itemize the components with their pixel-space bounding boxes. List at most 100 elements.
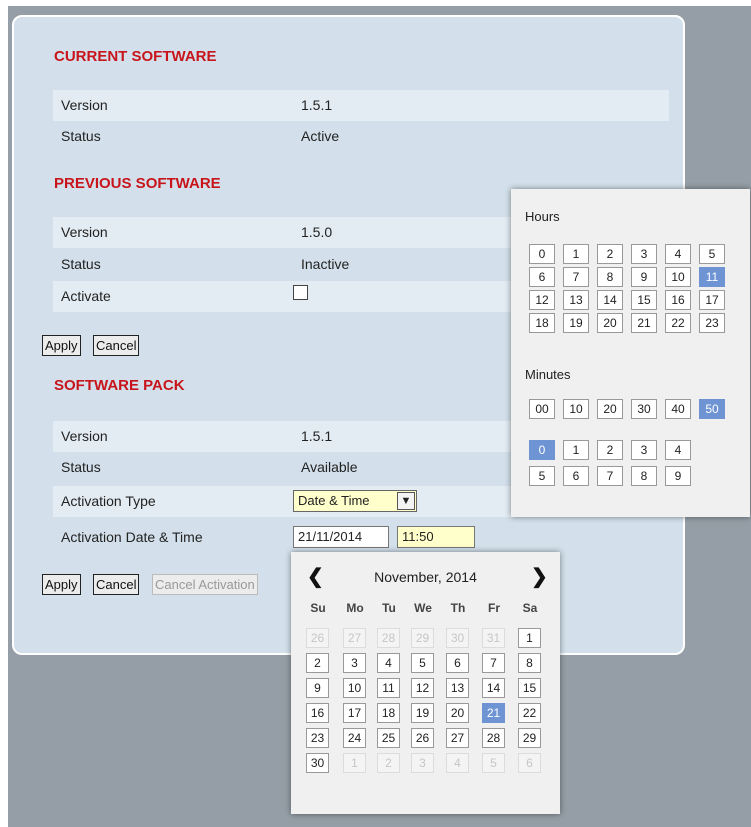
- hour-cell[interactable]: 5: [699, 244, 725, 264]
- activate-checkbox[interactable]: [293, 285, 308, 300]
- minute-tens-cell[interactable]: 40: [665, 399, 691, 419]
- day-cell[interactable]: 22: [518, 703, 541, 723]
- day-cell[interactable]: 1: [518, 628, 541, 648]
- other-month-day-cell: 26: [306, 628, 329, 648]
- activation-time-input[interactable]: 11:50: [397, 526, 475, 548]
- day-cell[interactable]: 20: [446, 703, 469, 723]
- hour-cell[interactable]: 23: [699, 313, 725, 333]
- minute-ones-cell[interactable]: 2: [597, 440, 623, 460]
- minute-ones-cell[interactable]: 0: [529, 440, 555, 460]
- minute-tens-cell[interactable]: 10: [563, 399, 589, 419]
- hour-cell[interactable]: 13: [563, 290, 589, 310]
- hour-cell[interactable]: 20: [597, 313, 623, 333]
- day-cell[interactable]: 29: [518, 728, 541, 748]
- day-cell[interactable]: 6: [446, 653, 469, 673]
- hour-cell[interactable]: 15: [631, 290, 657, 310]
- day-cell[interactable]: 17: [343, 703, 366, 723]
- current-status-value: Active: [301, 128, 340, 144]
- day-cell[interactable]: 13: [446, 678, 469, 698]
- activation-date-input[interactable]: 21/11/2014: [293, 526, 389, 548]
- day-cell[interactable]: 15: [518, 678, 541, 698]
- weekday-label: We: [414, 601, 432, 615]
- day-cell[interactable]: 5: [411, 653, 434, 673]
- day-cell[interactable]: 18: [377, 703, 400, 723]
- minute-ones-cell[interactable]: 8: [631, 466, 657, 486]
- day-cell[interactable]: 2: [306, 653, 329, 673]
- day-cell[interactable]: 10: [343, 678, 366, 698]
- minute-ones-cell[interactable]: 7: [597, 466, 623, 486]
- day-cell[interactable]: 11: [377, 678, 400, 698]
- day-cell[interactable]: 9: [306, 678, 329, 698]
- hour-cell[interactable]: 0: [529, 244, 555, 264]
- day-cell[interactable]: 27: [446, 728, 469, 748]
- hour-cell[interactable]: 4: [665, 244, 691, 264]
- hour-cell[interactable]: 1: [563, 244, 589, 264]
- day-cell[interactable]: 23: [306, 728, 329, 748]
- hour-cell[interactable]: 16: [665, 290, 691, 310]
- previous-version-value: 1.5.0: [301, 224, 333, 240]
- time-picker-popup: Hours Minutes 0 1 2 3 4 5 6 7 8 9 10 11 12 13 14 15 16 17…: [511, 189, 750, 517]
- pack-version-label: Version: [61, 428, 108, 444]
- hour-cell[interactable]: 8: [597, 267, 623, 287]
- cancel-activation-button[interactable]: Cancel Activation: [152, 574, 258, 595]
- activation-type-value: Date & Time: [298, 493, 370, 508]
- day-cell[interactable]: 12: [411, 678, 434, 698]
- minute-ones-cell[interactable]: 4: [665, 440, 691, 460]
- chevron-right-icon[interactable]: ❯: [531, 564, 548, 589]
- day-cell[interactable]: 8: [518, 653, 541, 673]
- pack-version-value: 1.5.1: [301, 428, 333, 444]
- hour-cell[interactable]: 18: [529, 313, 555, 333]
- day-cell[interactable]: 3: [343, 653, 366, 673]
- hour-cell[interactable]: 2: [597, 244, 623, 264]
- minute-ones-cell[interactable]: 5: [529, 466, 555, 486]
- pack-status-value: Available: [301, 459, 358, 475]
- minute-ones-cell[interactable]: 6: [563, 466, 589, 486]
- minute-tens-cell[interactable]: 00: [529, 399, 555, 419]
- pack-apply-button[interactable]: Apply: [42, 574, 81, 595]
- minute-ones-cell[interactable]: 9: [665, 466, 691, 486]
- previous-cancel-button[interactable]: Cancel: [93, 335, 140, 356]
- day-cell[interactable]: 24: [343, 728, 366, 748]
- previous-software-title: PREVIOUS SOFTWARE: [54, 175, 221, 192]
- day-cell[interactable]: 7: [482, 653, 505, 673]
- day-cell[interactable]: 4: [377, 653, 400, 673]
- chevron-down-icon[interactable]: ▼: [397, 492, 415, 510]
- day-cell[interactable]: 19: [411, 703, 434, 723]
- hour-cell[interactable]: 19: [563, 313, 589, 333]
- hour-cell[interactable]: 22: [665, 313, 691, 333]
- hour-cell[interactable]: 3: [631, 244, 657, 264]
- day-cell[interactable]: 26: [411, 728, 434, 748]
- previous-apply-button[interactable]: Apply: [42, 335, 81, 356]
- hour-cell[interactable]: 9: [631, 267, 657, 287]
- hour-cell[interactable]: 17: [699, 290, 725, 310]
- hour-cell[interactable]: 6: [529, 267, 555, 287]
- day-cell[interactable]: 30: [306, 753, 329, 773]
- minute-ones-cell[interactable]: 1: [563, 440, 589, 460]
- hour-cell[interactable]: 7: [563, 267, 589, 287]
- activation-type-select[interactable]: Date & Time ▼: [293, 490, 417, 512]
- hour-cell[interactable]: 10: [665, 267, 691, 287]
- other-month-day-cell: 3: [411, 753, 434, 773]
- hour-cell[interactable]: 14: [597, 290, 623, 310]
- current-status-label: Status: [61, 128, 101, 144]
- hour-cell[interactable]: 21: [631, 313, 657, 333]
- other-month-day-cell: 29: [411, 628, 434, 648]
- day-cell[interactable]: 25: [377, 728, 400, 748]
- day-cell[interactable]: 16: [306, 703, 329, 723]
- software-pack-title: SOFTWARE PACK: [54, 377, 185, 394]
- minute-tens-cell[interactable]: 30: [631, 399, 657, 419]
- day-cell[interactable]: 14: [482, 678, 505, 698]
- other-month-day-cell: 4: [446, 753, 469, 773]
- current-software-title: CURRENT SOFTWARE: [54, 48, 217, 65]
- hour-cell[interactable]: 12: [529, 290, 555, 310]
- weekday-label: Th: [450, 601, 466, 615]
- minute-tens-cell[interactable]: 20: [597, 399, 623, 419]
- day-cell[interactable]: 28: [482, 728, 505, 748]
- minute-ones-cell[interactable]: 3: [631, 440, 657, 460]
- pack-cancel-button[interactable]: Cancel: [93, 574, 140, 595]
- hour-cell[interactable]: 11: [699, 267, 725, 287]
- weekday-label: Tu: [382, 601, 396, 615]
- minute-tens-cell[interactable]: 50: [699, 399, 725, 419]
- activation-datetime-label: Activation Date & Time: [61, 529, 203, 545]
- selected-day-cell[interactable]: 21: [482, 703, 505, 723]
